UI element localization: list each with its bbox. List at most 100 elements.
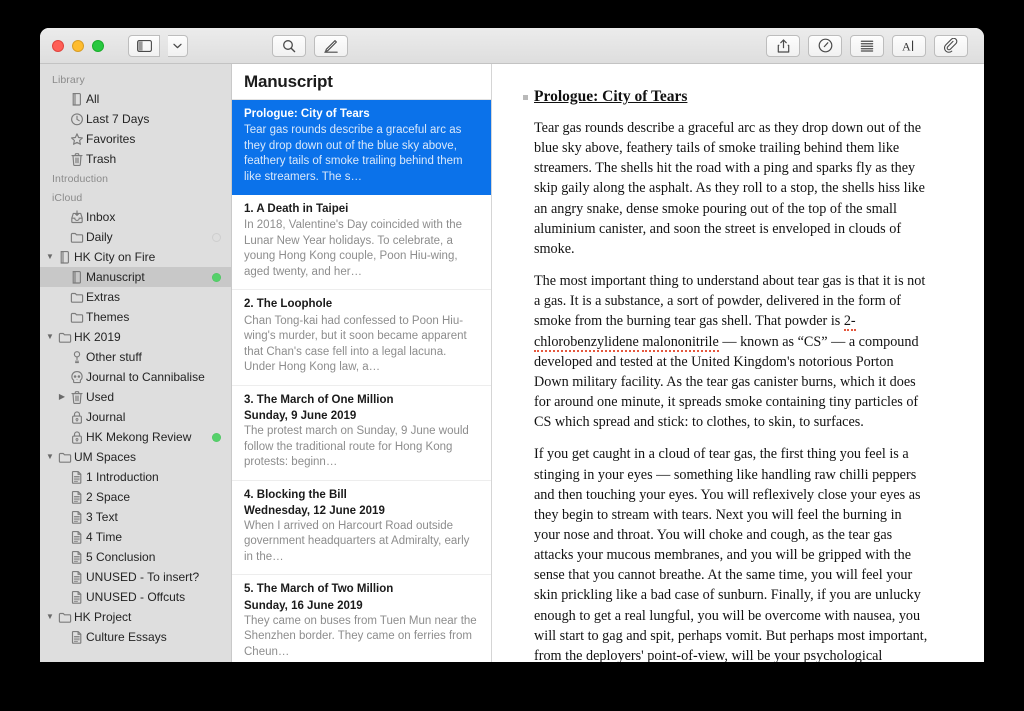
sidebar-item-4-time[interactable]: 4 Time <box>40 527 231 547</box>
notebook-icon-wrap <box>68 92 86 107</box>
zoom-window-button[interactable] <box>92 39 104 52</box>
disclosure-triangle-icon[interactable]: ▼ <box>44 613 56 621</box>
trash-icon-wrap <box>68 152 86 167</box>
note-title: 3. The March of One Million <box>244 393 394 406</box>
sidebar-item-last-7-days[interactable]: Last 7 Days <box>40 109 231 129</box>
note-list-item[interactable]: 1. A Death in Taipei In 2018, Valentine's… <box>232 195 491 291</box>
sidebar-item-hk-city-on-fire[interactable]: ▼ HK City on Fire <box>40 247 231 267</box>
inbox-icon-wrap <box>68 209 86 225</box>
attach-button[interactable] <box>934 34 968 57</box>
search-icon <box>283 39 296 52</box>
notebook-icon-wrap <box>68 270 86 285</box>
sidebar-item-label: UM Spaces <box>74 450 137 464</box>
folder-icon <box>70 312 84 323</box>
note-title: 2. The Loophole <box>244 298 333 311</box>
sidebar-item-badge <box>212 232 221 242</box>
sidebar-item-label: Manuscript <box>86 270 145 284</box>
sidebar-item-um-spaces[interactable]: ▼ UM Spaces <box>40 447 231 467</box>
note-list-column: Manuscript Prologue: City of Tears Tear g… <box>232 64 492 662</box>
folder-icon <box>58 612 72 623</box>
sidebar-item-label: Other stuff <box>86 350 142 364</box>
sidebar-options-button[interactable] <box>168 34 188 57</box>
note-title: 5. The March of Two Million <box>244 583 394 596</box>
document-icon <box>71 510 82 524</box>
share-icon <box>777 38 789 53</box>
sidebar-item-other-stuff[interactable]: Other stuff <box>40 347 231 367</box>
note-list-item[interactable]: 2. The Loophole Chan Tong-kai had confess… <box>232 290 491 386</box>
sidebar-item-themes[interactable]: Themes <box>40 307 231 327</box>
sidebar-item-hk-project[interactable]: ▼ HK Project <box>40 607 231 627</box>
share-button[interactable] <box>766 34 800 57</box>
sidebar[interactable]: Library All Last 7 Days Favorites Trash Intro… <box>40 64 232 662</box>
document-icon <box>71 530 82 544</box>
sidebar-item-label: UNUSED - To insert? <box>86 570 200 584</box>
sidebar-item-all[interactable]: All <box>40 89 231 109</box>
sidebar-item-unused-to-insert[interactable]: UNUSED - To insert? <box>40 567 231 587</box>
sidebar-item-unused-offcuts[interactable]: UNUSED - Offcuts <box>40 587 231 607</box>
sidebar-item-label: Used <box>86 390 115 404</box>
disclosure-triangle-icon[interactable]: ▼ <box>44 453 56 461</box>
format-text-button[interactable]: A <box>892 34 926 57</box>
sidebar-item-2-space[interactable]: 2 Space <box>40 487 231 507</box>
sidebar-item-5-conclusion[interactable]: 5 Conclusion <box>40 547 231 567</box>
note-list-item[interactable]: 4. Blocking the Bill Wednesday, 12 June 2… <box>232 481 491 576</box>
desktop-background: A Library All Last 7 Days Favorites Trash Int… <box>0 0 1024 711</box>
sidebar-item-3-text[interactable]: 3 Text <box>40 507 231 527</box>
note-title: 1. A Death in Taipei <box>244 203 349 216</box>
sidebar-section-header: Introduction <box>52 173 109 185</box>
note-list-title: Manuscript <box>244 71 333 91</box>
clock-icon <box>71 112 83 125</box>
disclosure-triangle-icon[interactable]: ▼ <box>44 253 56 261</box>
sidebar-item-label: 1 Introduction <box>86 470 159 484</box>
sidebar-item-label: 5 Conclusion <box>86 550 156 564</box>
minimize-window-button[interactable] <box>72 39 84 52</box>
notebook-icon <box>72 270 81 284</box>
disclosure-triangle-icon[interactable]: ▶ <box>56 393 68 401</box>
document-icon-wrap <box>68 490 86 505</box>
note-list-item[interactable]: 5. The March of Two Million Sunday, 16 Ju… <box>232 575 491 662</box>
sidebar-item-hk-mekong-review[interactable]: HK Mekong Review <box>40 427 231 447</box>
sidebar-item-label: 2 Space <box>86 490 131 504</box>
sidebar-section-header: Library <box>52 74 85 86</box>
sidebar-item-hk-2019[interactable]: ▼ HK 2019 <box>40 327 231 347</box>
editor-pane[interactable]: Prologue: City of Tears Tear gas rounds … <box>492 64 984 662</box>
sidebar-item-journal[interactable]: Journal <box>40 407 231 427</box>
list-icon <box>860 40 874 52</box>
search-button[interactable] <box>272 34 306 57</box>
sidebar-item-culture-essays[interactable]: Culture Essays <box>40 627 231 647</box>
sidebar-item-daily[interactable]: Daily <box>40 227 231 247</box>
compose-icon <box>324 39 338 53</box>
document-title-text: Prologue: City of Tears <box>534 88 688 105</box>
note-preview: Chan Tong-kai had confessed to Poon Hiu-… <box>244 314 467 374</box>
info-button[interactable] <box>808 34 842 57</box>
sidebar-sections: Library All Last 7 Days Favorites Trash Intro… <box>40 70 231 647</box>
note-list[interactable]: Prologue: City of Tears Tear gas rounds d… <box>232 100 491 662</box>
sidebar-item-manuscript[interactable]: Manuscript <box>40 267 231 287</box>
inbox-icon <box>71 209 83 223</box>
trash-icon <box>71 152 83 166</box>
sidebar-item-extras[interactable]: Extras <box>40 287 231 307</box>
folder-icon-wrap <box>68 310 86 325</box>
sidebar-item-favorites[interactable]: Favorites <box>40 129 231 149</box>
sidebar-item-label: Inbox <box>86 210 116 224</box>
sidebar-item-label: 4 Time <box>86 530 123 544</box>
traffic-light-buttons <box>40 39 104 52</box>
sidebar-toggle-button[interactable] <box>128 34 160 57</box>
note-list-item[interactable]: Prologue: City of Tears Tear gas rounds d… <box>232 100 491 196</box>
close-window-button[interactable] <box>52 39 64 52</box>
note-list-item[interactable]: 3. The March of One Million Sunday, 9 Jun… <box>232 386 491 481</box>
chevron-down-icon <box>173 43 182 48</box>
sidebar-item-1-introduction[interactable]: 1 Introduction <box>40 467 231 487</box>
sidebar-item-used[interactable]: ▶ Used <box>40 387 231 407</box>
sidebar-item-label: All <box>86 92 100 106</box>
document-icon-wrap <box>68 470 86 485</box>
sidebar-item-label: Extras <box>86 290 121 304</box>
sidebar-item-trash[interactable]: Trash <box>40 149 231 169</box>
disclosure-triangle-icon[interactable]: ▼ <box>44 333 56 341</box>
compose-note-button[interactable] <box>314 34 348 57</box>
toolbar-mid-group <box>272 34 348 57</box>
sidebar-item-label: HK 2019 <box>74 330 121 344</box>
list-view-button[interactable] <box>850 34 884 57</box>
sidebar-item-inbox[interactable]: Inbox <box>40 207 231 227</box>
sidebar-item-journal-to-cannibalise[interactable]: Journal to Cannibalise <box>40 367 231 387</box>
